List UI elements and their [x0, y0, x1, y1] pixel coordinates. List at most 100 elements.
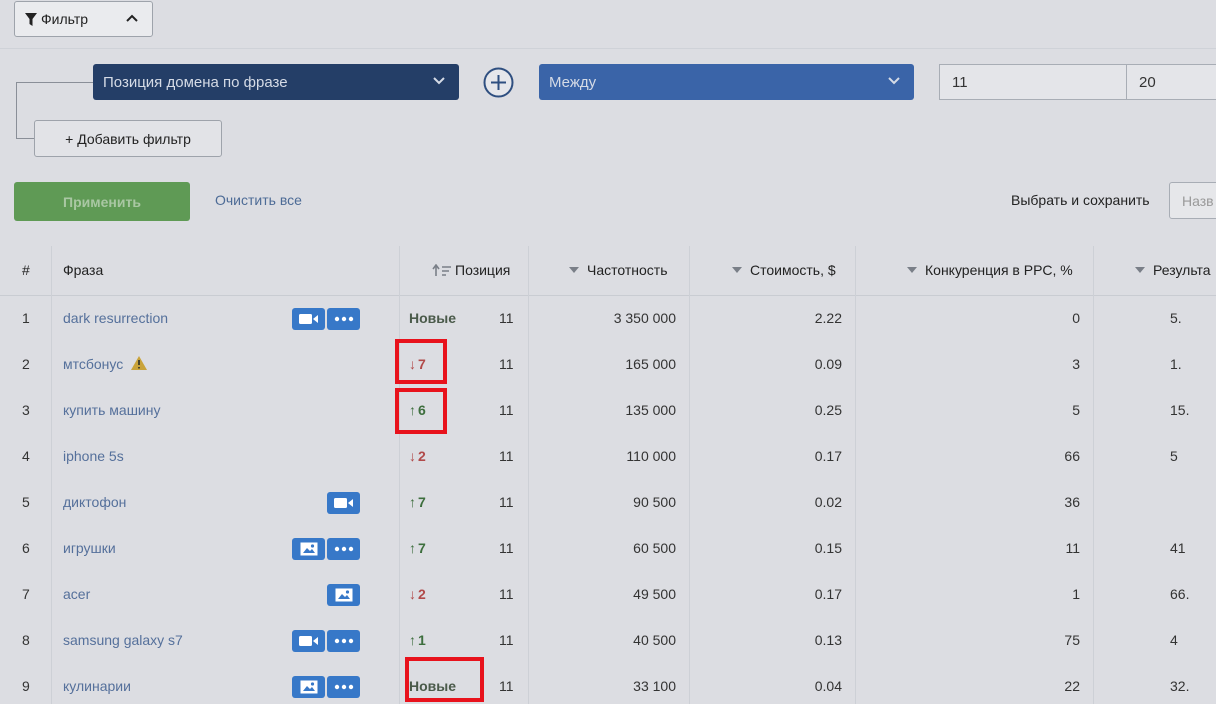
header-cost[interactable]: Стоимость, $: [732, 262, 836, 278]
image-icon[interactable]: [327, 584, 360, 606]
sort-desc-icon: [907, 267, 917, 274]
cost-value: 0.25: [814, 402, 842, 418]
chevron-up-icon: [126, 14, 138, 22]
cost-value: 0.09: [814, 356, 842, 372]
cost-value: 0.17: [814, 448, 842, 464]
filter-name-input[interactable]: Назв: [1169, 182, 1216, 219]
warning-icon: [131, 356, 148, 371]
header-results-label: Результа: [1153, 262, 1211, 278]
image-icon[interactable]: [292, 676, 325, 698]
value-from-text: 11: [952, 73, 968, 91]
tree-line: [16, 82, 17, 138]
sort-desc-icon: [732, 267, 742, 274]
results-value: 15.: [1170, 402, 1190, 418]
cost-value: 0.02: [814, 494, 842, 510]
serp-features: [327, 584, 360, 606]
cost-value: 0.15: [814, 540, 842, 556]
header-position-label: Позиция: [455, 262, 511, 278]
value-to-text: 20: [1139, 73, 1156, 91]
more-icon[interactable]: [327, 308, 360, 330]
phrase-text: iphone 5s: [63, 448, 124, 464]
filter-toggle-button[interactable]: Фильтр: [14, 1, 153, 37]
apply-button[interactable]: Применить: [14, 182, 190, 221]
competition-value: 66: [1064, 448, 1080, 464]
sort-ascending-icon: [432, 263, 451, 276]
frequency-value: 135 000: [625, 402, 676, 418]
phrase-link[interactable]: acer: [63, 586, 90, 602]
frequency-value: 90 500: [633, 494, 676, 510]
position-change-value: 7: [418, 494, 426, 510]
video-icon[interactable]: [292, 308, 325, 330]
header-phrase[interactable]: Фраза: [63, 262, 103, 278]
value-to-input[interactable]: 20: [1126, 64, 1216, 100]
header-results[interactable]: Результа: [1135, 262, 1211, 278]
highlight-box: [395, 339, 447, 384]
position-change: ↑ 1: [409, 632, 426, 648]
table-row: 2 мтсбонус ↓ 7 11 165 000 0.09 3 1.: [0, 342, 1216, 388]
more-icon[interactable]: [327, 538, 360, 560]
arrow-up-icon: ↑: [409, 494, 416, 510]
operator-select[interactable]: Между: [539, 64, 914, 100]
position-value: 11: [499, 632, 514, 648]
position-change: ↓ 2: [409, 586, 426, 602]
highlight-box: [405, 657, 484, 702]
position-change: ↑ 7: [409, 540, 426, 556]
more-icon[interactable]: [327, 630, 360, 652]
phrase-link[interactable]: dark resurrection: [63, 310, 168, 326]
frequency-value: 40 500: [633, 632, 676, 648]
operator-value: Между: [549, 73, 597, 91]
phrase-link[interactable]: диктофон: [63, 494, 126, 510]
phrase-link[interactable]: samsung galaxy s7: [63, 632, 183, 648]
competition-value: 22: [1064, 678, 1080, 694]
phrase-link[interactable]: iphone 5s: [63, 448, 124, 464]
phrase-link[interactable]: игрушки: [63, 540, 116, 556]
video-icon[interactable]: [327, 492, 360, 514]
phrase-text: dark resurrection: [63, 310, 169, 326]
row-number: 8: [22, 632, 30, 648]
serp-features: [292, 630, 360, 652]
image-icon[interactable]: [292, 538, 325, 560]
clear-all-link[interactable]: Очистить все: [215, 192, 302, 208]
competition-value: 0: [1072, 310, 1080, 326]
cost-value: 0.17: [814, 586, 842, 602]
phrase-text: мтсбонус: [63, 356, 124, 372]
serp-features: [327, 492, 360, 514]
results-value: 5.: [1170, 310, 1182, 326]
header-num: #: [22, 262, 30, 278]
frequency-value: 110 000: [626, 448, 676, 464]
phrase-text: acer: [63, 586, 91, 602]
table-header: # Фраза Позиция Частотность Стоимость, $…: [0, 246, 1216, 296]
funnel-icon: [25, 12, 37, 26]
table-row: 8 samsung galaxy s7 ↑ 1 11 40 500 0.13 75 4: [0, 618, 1216, 664]
competition-value: 36: [1064, 494, 1080, 510]
add-filter-button[interactable]: + Добавить фильтр: [34, 120, 222, 157]
filter-toggle-label: Фильтр: [41, 11, 89, 27]
video-icon[interactable]: [292, 630, 325, 652]
competition-value: 1: [1072, 586, 1080, 602]
frequency-value: 3 350 000: [613, 310, 676, 326]
position-value: 11: [499, 678, 514, 694]
cost-value: 0.04: [814, 678, 842, 694]
header-frequency[interactable]: Частотность: [569, 262, 668, 278]
results-value: 1.: [1170, 356, 1182, 372]
frequency-value: 49 500: [633, 586, 676, 602]
frequency-value: 60 500: [633, 540, 676, 556]
row-number: 5: [22, 494, 30, 510]
phrase-text: купить машину: [63, 402, 161, 418]
value-from-input[interactable]: 11: [939, 64, 1127, 100]
phrase-link[interactable]: кулинарии: [63, 678, 131, 694]
add-condition-icon[interactable]: [483, 67, 514, 98]
position-value: 11: [499, 540, 514, 556]
header-cost-label: Стоимость, $: [750, 262, 836, 278]
phrase-link[interactable]: купить машину: [63, 402, 160, 418]
condition-field-select[interactable]: Позиция домена по фразе: [93, 64, 459, 100]
position-change-value: 2: [418, 586, 426, 602]
header-position[interactable]: Позиция: [432, 262, 510, 278]
position-value: 11: [499, 448, 514, 464]
arrow-down-icon: ↓: [409, 586, 416, 602]
row-number: 9: [22, 678, 30, 694]
phrase-link[interactable]: мтсбонус: [63, 356, 148, 372]
results-value: 5: [1170, 448, 1178, 464]
header-competition[interactable]: Конкуренция в PPC, %: [907, 262, 1073, 278]
more-icon[interactable]: [327, 676, 360, 698]
